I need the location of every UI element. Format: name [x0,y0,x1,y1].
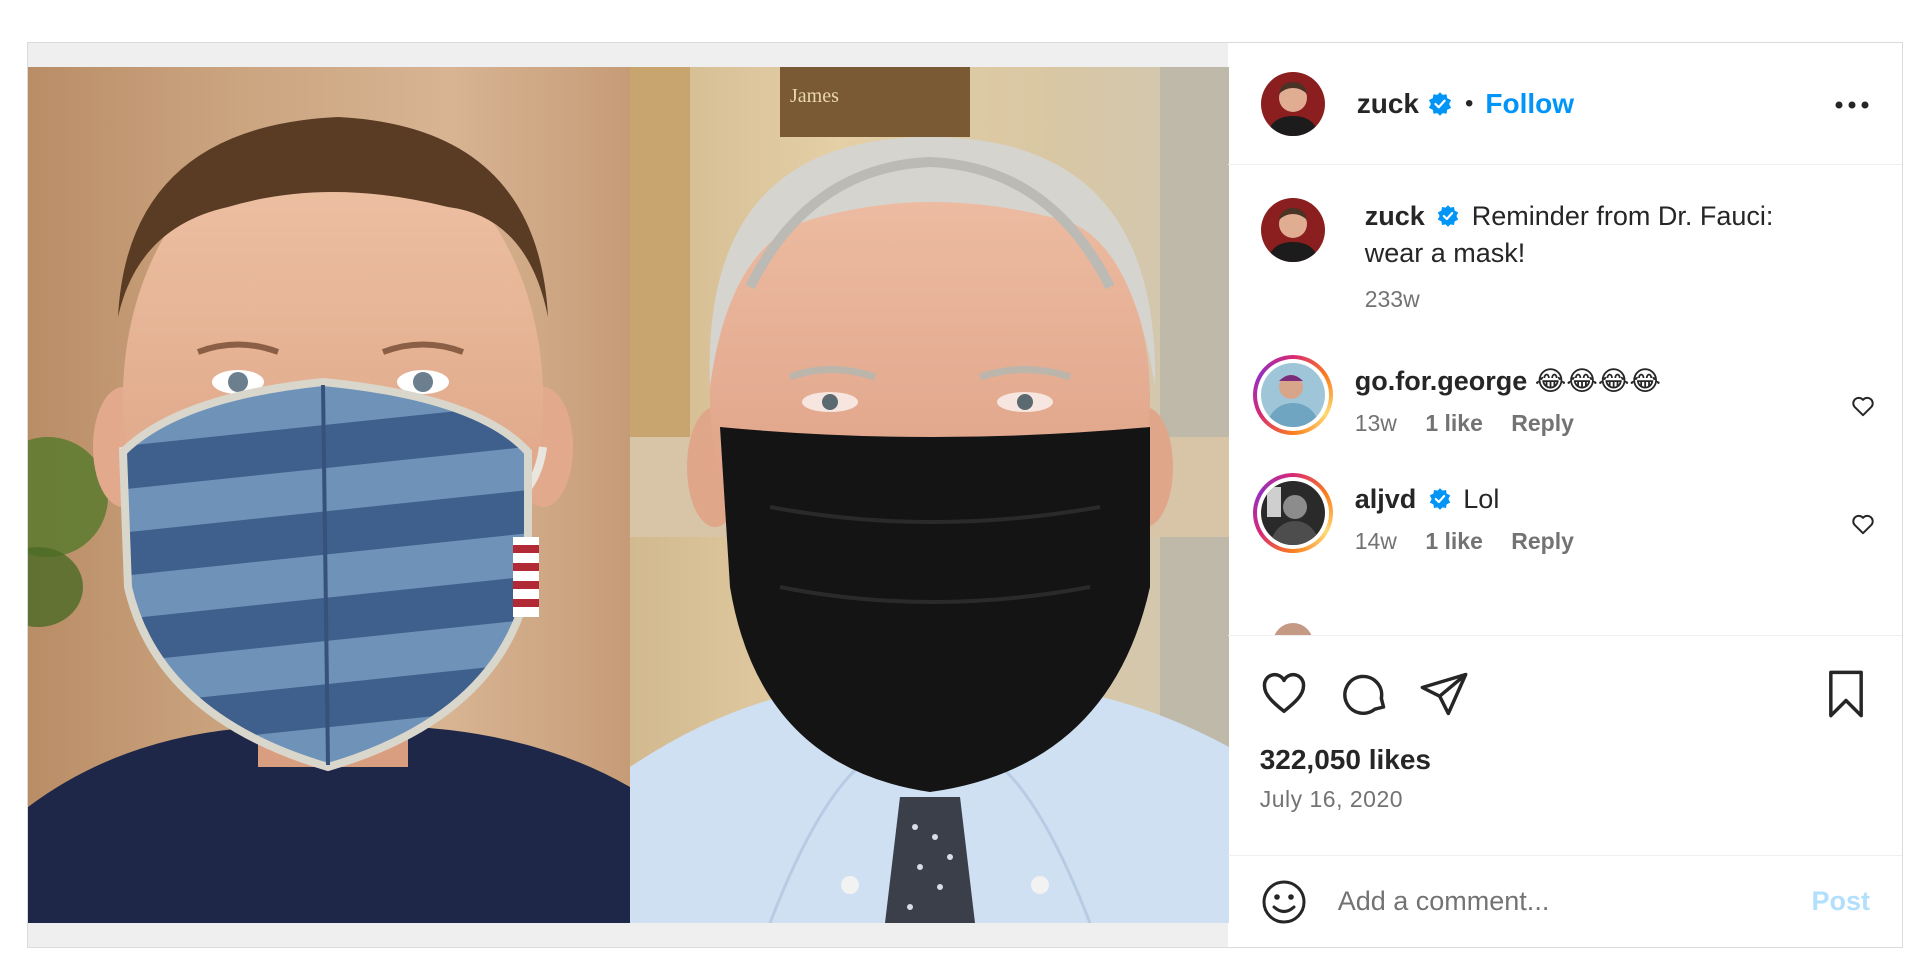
comment-text-line: go.for.george 😂😂😂😂 [1355,363,1825,400]
story-ring[interactable] [1252,473,1333,553]
comment-like-heart-icon[interactable] [1850,393,1876,419]
commenter-avatar [1260,481,1325,545]
reply-button[interactable]: Reply [1511,528,1574,554]
verified-icon [1428,91,1452,116]
image-panel-left [28,67,630,923]
comment-age[interactable]: 13w [1355,410,1397,436]
caption: zuck Reminder from Dr. Fauci: wear a mas… [1260,198,1902,313]
comment-likes[interactable]: 1 like [1425,410,1483,436]
bookmark-icon[interactable] [1820,668,1872,720]
post-header: zuck • Follow [1227,43,1902,165]
reply-button[interactable]: Reply [1511,410,1574,436]
caption-age[interactable]: 233w [1365,286,1420,312]
commenter-avatar [1260,363,1325,427]
post-date[interactable]: July 16, 2020 [1260,786,1403,813]
caption-body: zuck Reminder from Dr. Fauci: wear a mas… [1365,198,1835,313]
comments-section[interactable]: zuck Reminder from Dr. Fauci: wear a mas… [1228,165,1902,635]
story-ring[interactable] [1252,355,1333,435]
more-icon [1835,101,1869,109]
comment-username[interactable]: go.for.george [1355,366,1528,396]
next-comment-avatar [1272,623,1313,635]
heart-icon[interactable] [1258,668,1310,720]
comment-text-line: aljvd Lol [1355,481,1825,518]
separator-dot: • [1464,89,1474,117]
post-sidebar: zuck • Follow zuck Reminder from Dr. Fau… [1227,43,1902,947]
comment-input[interactable] [1337,886,1778,917]
verified-icon [1429,488,1450,510]
comment-meta: 14w 1 like Reply [1355,528,1825,555]
comment-text: 😂😂😂😂 [1534,366,1661,396]
comment-age[interactable]: 14w [1355,528,1397,554]
post-media[interactable]: James [28,43,1229,947]
comment-like-heart-icon[interactable] [1850,511,1876,537]
more-options-button[interactable] [1832,85,1872,125]
author-username[interactable]: zuck [1357,88,1419,120]
comment-username[interactable]: aljvd [1355,484,1417,514]
post-image[interactable]: James [28,67,1229,923]
comment-likes[interactable]: 1 like [1425,528,1483,554]
plaque-text: James [790,85,839,107]
add-comment-bar: Post [1227,855,1902,947]
person-left-illustration [28,117,630,923]
post-comment-button[interactable]: Post [1811,886,1870,917]
share-icon[interactable] [1418,668,1470,720]
verified-icon [1438,205,1459,227]
emoji-icon[interactable] [1260,878,1308,926]
caption-avatar[interactable] [1260,198,1325,262]
caption-text-line: zuck Reminder from Dr. Fauci: wear a mas… [1365,198,1835,272]
likes-count[interactable]: 322,050 likes [1260,744,1431,776]
post-actions: 322,050 likes July 16, 2020 [1227,635,1902,855]
comment-body: go.for.george 😂😂😂😂 13w 1 like Reply [1355,363,1825,437]
comment-icon[interactable] [1338,668,1390,720]
comment-item: aljvd Lol 14w 1 like Reply [1252,473,1902,555]
caption-meta: 233w [1365,286,1835,313]
caption-text: Reminder from Dr. Fauci: wear a mask! [1364,201,1774,268]
comment-item: go.for.george 😂😂😂😂 13w 1 like Reply [1252,355,1902,437]
comment-meta: 13w 1 like Reply [1355,410,1825,437]
author-avatar[interactable] [1260,71,1325,136]
comment-text: Lol [1463,484,1500,514]
image-panel-right: James [630,67,1229,923]
follow-button[interactable]: Follow [1485,88,1574,120]
comment-body: aljvd Lol 14w 1 like Reply [1355,481,1825,555]
caption-username[interactable]: zuck [1365,201,1425,231]
person-right-illustration: James [630,67,1229,923]
post-card: James zuck • Follow zuck Reminder from D… [27,42,1903,948]
